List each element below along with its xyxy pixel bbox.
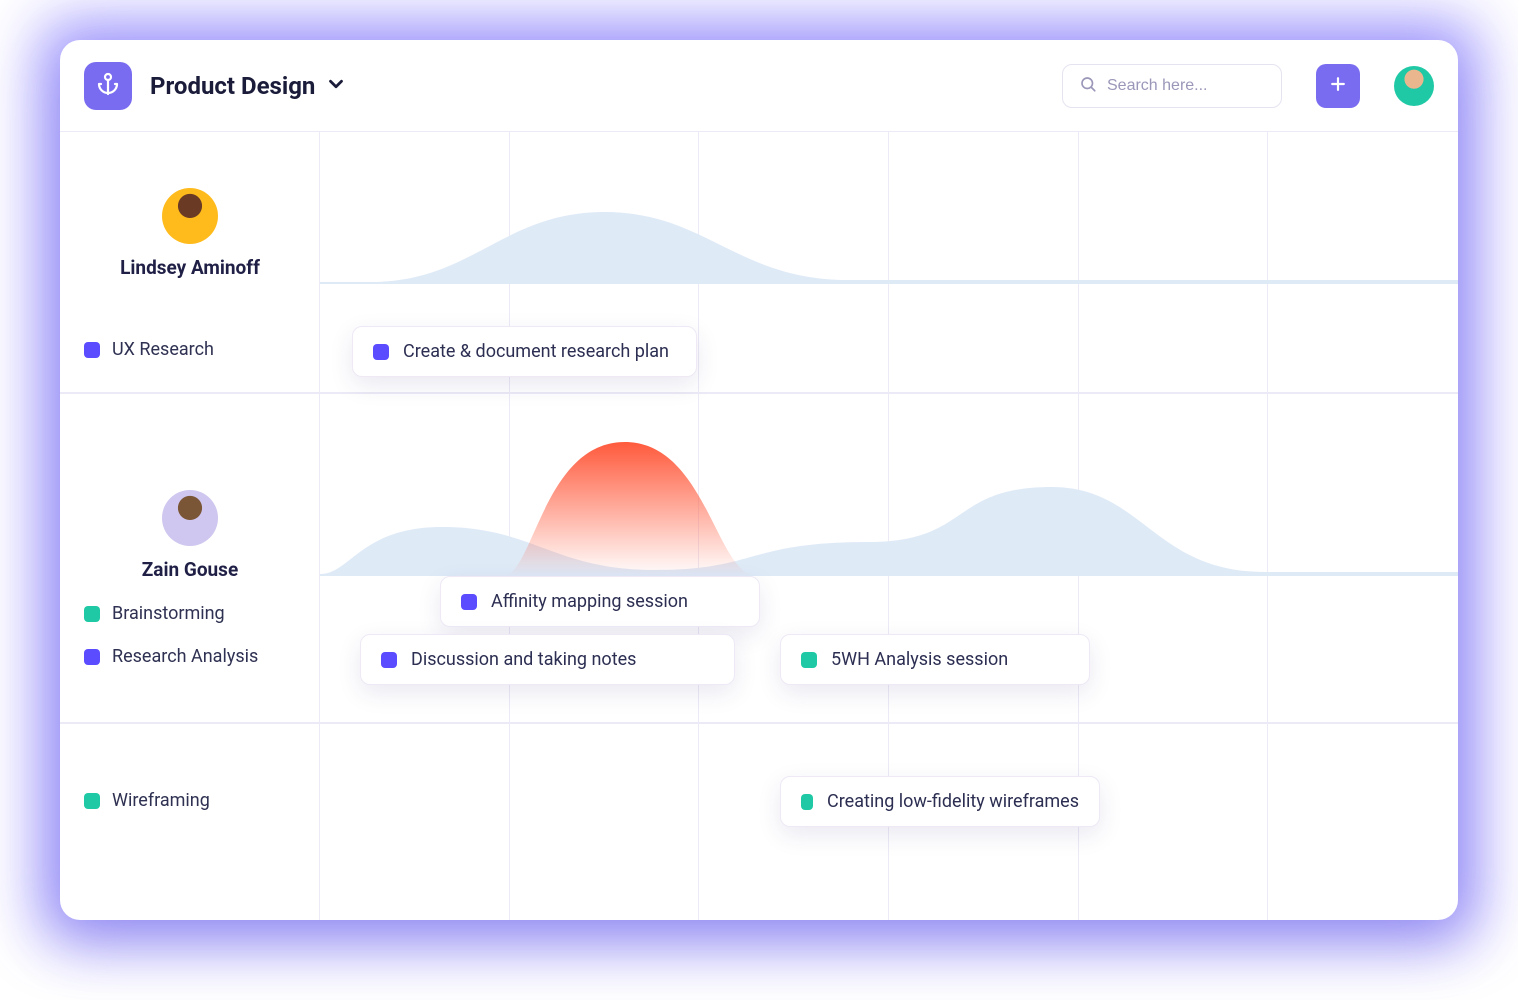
color-swatch xyxy=(801,794,813,810)
category-label: UX Research xyxy=(112,339,214,360)
category-label: Research Analysis xyxy=(112,646,258,667)
task-label: 5WH Analysis session xyxy=(831,649,1008,670)
color-swatch xyxy=(381,652,397,668)
search-icon xyxy=(1079,75,1097,97)
category-label: Wireframing xyxy=(112,790,210,811)
task-card[interactable]: Creating low-fidelity wireframes xyxy=(780,776,1100,827)
color-swatch xyxy=(84,342,100,358)
task-card[interactable]: Discussion and taking notes xyxy=(360,634,735,685)
person-avatar[interactable] xyxy=(162,490,218,546)
task-label: Affinity mapping session xyxy=(491,591,688,612)
category-row[interactable]: UX Research xyxy=(60,339,320,360)
person-block: Lindsey Aminoff xyxy=(60,188,320,279)
person-avatar[interactable] xyxy=(162,188,218,244)
task-card[interactable]: Affinity mapping session xyxy=(440,576,760,627)
color-swatch xyxy=(84,793,100,809)
timeline-body: Lindsey Aminoff UX Research Create & doc… xyxy=(60,132,1458,920)
task-card[interactable]: 5WH Analysis session xyxy=(780,634,1090,685)
color-swatch xyxy=(84,649,100,665)
person-block: Zain Gouse xyxy=(60,490,320,581)
task-label: Create & document research plan xyxy=(403,341,669,362)
search-field[interactable] xyxy=(1062,64,1282,108)
row-divider xyxy=(60,722,1458,724)
add-button[interactable] xyxy=(1316,64,1360,108)
color-swatch xyxy=(801,652,817,668)
color-swatch xyxy=(461,594,477,610)
person-name: Lindsey Aminoff xyxy=(60,256,320,279)
header: Product Design xyxy=(60,40,1458,132)
plus-icon xyxy=(1328,74,1348,98)
category-row[interactable]: Brainstorming xyxy=(60,603,320,624)
avatar xyxy=(992,68,1028,104)
app-window: Product Design xyxy=(60,40,1458,920)
task-label: Discussion and taking notes xyxy=(411,649,636,670)
anchor-icon xyxy=(96,72,120,100)
person-name: Zain Gouse xyxy=(60,558,320,581)
color-swatch xyxy=(373,344,389,360)
category-label: Brainstorming xyxy=(112,603,225,624)
color-swatch xyxy=(84,606,100,622)
app-logo[interactable] xyxy=(84,62,132,110)
category-row[interactable]: Research Analysis xyxy=(60,646,320,667)
chevron-down-icon xyxy=(325,73,347,99)
current-user-avatar[interactable] xyxy=(1394,66,1434,106)
category-row[interactable]: Wireframing xyxy=(60,790,320,811)
project-title: Product Design xyxy=(150,72,315,100)
search-input[interactable] xyxy=(1107,77,1265,95)
row-divider xyxy=(60,392,1458,394)
team-avatars[interactable] xyxy=(914,68,1028,104)
project-switcher[interactable]: Product Design xyxy=(150,72,347,100)
task-card[interactable]: Create & document research plan xyxy=(352,326,697,377)
task-label: Creating low-fidelity wireframes xyxy=(827,791,1079,812)
